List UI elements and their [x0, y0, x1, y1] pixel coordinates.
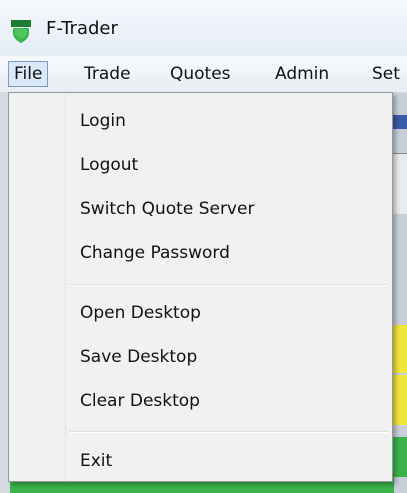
title-bar[interactable]: F-Trader — [0, 0, 407, 56]
menu-item-logout[interactable]: Logout — [11, 145, 390, 185]
menu-settings[interactable]: Set — [367, 61, 405, 87]
file-menu-dropdown: Login Logout Switch Quote Server Change … — [8, 92, 393, 482]
menu-item-label: Clear Desktop — [80, 391, 200, 411]
desktop-right-panel — [393, 93, 407, 493]
app-logo-icon — [11, 20, 31, 43]
menu-separator — [69, 431, 388, 433]
menu-item-switch-quote-server[interactable]: Switch Quote Server — [11, 189, 390, 229]
app-window: F-Trader File Trade Quotes Admin Set Log… — [0, 0, 407, 493]
panel-highlight — [393, 375, 407, 425]
menu-item-label: Switch Quote Server — [80, 199, 255, 219]
menu-separator — [69, 284, 388, 286]
menu-quotes[interactable]: Quotes — [165, 61, 236, 87]
panel-block — [393, 153, 407, 214]
window-title: F-Trader — [46, 18, 118, 39]
menu-item-label: Save Desktop — [80, 347, 198, 367]
menu-item-save-desktop[interactable]: Save Desktop — [11, 337, 390, 377]
menu-item-label: Login — [80, 111, 126, 131]
menu-trade[interactable]: Trade — [79, 61, 136, 87]
menu-item-login[interactable]: Login — [11, 101, 390, 141]
menu-item-open-desktop[interactable]: Open Desktop — [11, 293, 390, 333]
menu-item-label: Change Password — [80, 243, 230, 263]
menu-bar: File Trade Quotes Admin Set — [0, 56, 407, 93]
menu-item-change-password[interactable]: Change Password — [11, 233, 390, 273]
panel-block — [393, 115, 407, 129]
panel-status — [393, 437, 407, 477]
menu-item-exit[interactable]: Exit — [11, 441, 390, 481]
menu-item-clear-desktop[interactable]: Clear Desktop — [11, 381, 390, 421]
menu-item-label: Logout — [80, 155, 139, 175]
panel-highlight — [393, 325, 407, 373]
menu-item-label: Exit — [80, 451, 113, 471]
menu-item-label: Open Desktop — [80, 303, 201, 323]
menu-file[interactable]: File — [8, 61, 49, 87]
menu-admin[interactable]: Admin — [270, 61, 334, 87]
